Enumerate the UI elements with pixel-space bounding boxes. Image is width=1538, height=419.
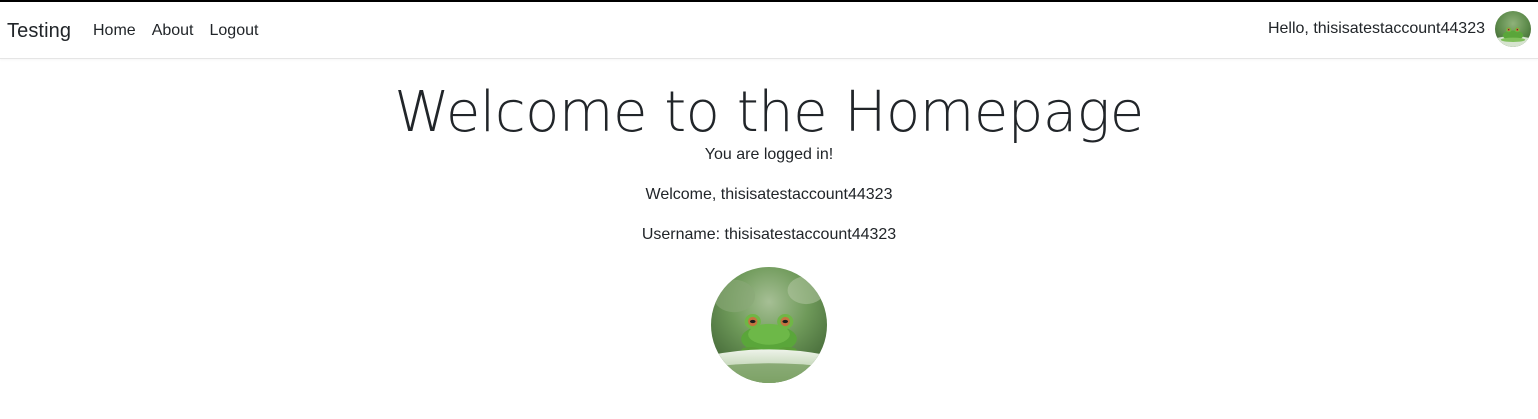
nav-link-home[interactable]: Home — [93, 22, 136, 40]
login-status-text: You are logged in! — [704, 146, 834, 163]
username-text: Username: thisisatestaccount44323 — [641, 226, 897, 243]
nav-link-about[interactable]: About — [152, 22, 194, 40]
profile-picture — [711, 267, 827, 383]
user-area: Hello, thisisatestaccount44323 — [1268, 11, 1531, 47]
nav-links: Home About Logout — [93, 22, 258, 40]
main-content: Welcome to the Homepage You are logged i… — [0, 59, 1538, 383]
frog-photo-icon — [711, 267, 827, 383]
navbar: Testing Home About Logout Hello, thisisa… — [0, 2, 1538, 59]
welcome-text: Welcome, thisisatestaccount44323 — [645, 186, 893, 203]
avatar[interactable] — [1495, 11, 1531, 47]
frog-avatar-icon — [1495, 11, 1531, 47]
navbar-brand[interactable]: Testing — [7, 20, 71, 43]
user-greeting: Hello, thisisatestaccount44323 — [1267, 20, 1485, 37]
page-title: Welcome to the Homepage — [394, 80, 1144, 145]
nav-link-logout[interactable]: Logout — [210, 22, 259, 40]
